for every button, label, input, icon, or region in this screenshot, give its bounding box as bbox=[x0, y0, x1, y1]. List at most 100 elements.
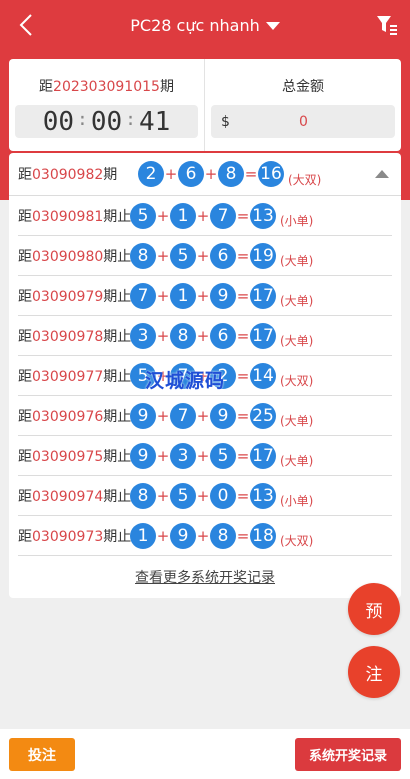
result-tag: (大双) bbox=[280, 534, 314, 548]
result-ball-3: 8 bbox=[210, 522, 236, 549]
result-ball-1: 5 bbox=[130, 202, 156, 229]
filter-button[interactable] bbox=[376, 14, 398, 36]
equals-sign: = bbox=[236, 206, 250, 225]
plus-sign: + bbox=[196, 326, 210, 345]
note-float-button[interactable]: 注 bbox=[348, 646, 400, 698]
result-period-number: 03090976 bbox=[32, 408, 104, 425]
result-ball-1: 8 bbox=[130, 242, 156, 269]
result-period: 距03090975期止 bbox=[18, 448, 132, 465]
result-sum-ball: 13 bbox=[250, 202, 276, 229]
result-ball-1: 1 bbox=[130, 522, 156, 549]
result-period: 距03090980期止 bbox=[18, 248, 132, 265]
result-ball-2: 3 bbox=[170, 442, 196, 469]
result-sum-ball: 16 bbox=[258, 161, 284, 187]
plus-sign: + bbox=[196, 486, 210, 505]
plus-sign: + bbox=[164, 165, 178, 183]
result-sum-ball: 19 bbox=[250, 242, 276, 269]
result-period-number: 03090980 bbox=[32, 248, 104, 265]
page-title: PC28 cực nhanh bbox=[130, 15, 260, 35]
current-period-label: 距202303091015期 bbox=[39, 79, 174, 95]
plus-sign: + bbox=[156, 206, 170, 225]
result-ball-1: 9 bbox=[130, 402, 156, 429]
result-row: 距03090974期止 8 +5 +0 = 13 (小单) bbox=[18, 476, 392, 516]
back-button[interactable] bbox=[14, 12, 38, 38]
equals-sign: = bbox=[236, 526, 250, 545]
result-row: 距03090973期止 1 +9 +8 = 18 (大双) bbox=[18, 516, 392, 556]
result-period: 距03090977期止 bbox=[18, 368, 132, 385]
draw-history-button[interactable]: 系统开奖记录 bbox=[295, 738, 401, 771]
result-period-number: 03090979 bbox=[32, 288, 104, 305]
result-tag: (大单) bbox=[280, 414, 314, 428]
total-amount-label: 总金额 bbox=[282, 79, 324, 95]
plus-sign: + bbox=[204, 165, 218, 183]
bottom-bar: 投注 系统开奖记录 bbox=[0, 729, 410, 779]
result-tag: (大单) bbox=[280, 254, 314, 268]
plus-sign: + bbox=[196, 446, 210, 465]
bet-button[interactable]: 投注 bbox=[9, 738, 75, 771]
result-ball-1: 8 bbox=[130, 482, 156, 509]
result-ball-2: 6 bbox=[178, 161, 204, 187]
game-selector[interactable]: PC28 cực nhanh bbox=[130, 15, 280, 35]
result-ball-2: 5 bbox=[170, 482, 196, 509]
equals-sign: = bbox=[236, 326, 250, 345]
countdown-section: 距202303091015期 00 : 00 : 41 bbox=[9, 59, 205, 151]
result-tag: (大单) bbox=[280, 294, 314, 308]
result-ball-3: 9 bbox=[210, 402, 236, 429]
plus-sign: + bbox=[156, 526, 170, 545]
plus-sign: + bbox=[196, 366, 210, 385]
result-period: 距03090974期止 bbox=[18, 488, 132, 505]
plus-sign: + bbox=[196, 286, 210, 305]
result-ball-1: 7 bbox=[130, 282, 156, 309]
plus-sign: + bbox=[196, 246, 210, 265]
equals-sign: = bbox=[236, 406, 250, 425]
result-ball-3: 5 bbox=[210, 442, 236, 469]
result-ball-2: 7 bbox=[170, 362, 196, 389]
result-row: 距03090976期止 9 +7 +9 = 25 (大单) bbox=[18, 396, 392, 436]
result-tag: (大双) bbox=[288, 172, 322, 187]
result-period-number: 03090973 bbox=[32, 528, 104, 545]
result-row: 距03090975期止 9 +3 +5 = 17 (大单) bbox=[18, 436, 392, 476]
plus-sign: + bbox=[196, 206, 210, 225]
result-period-number: 03090974 bbox=[32, 488, 104, 505]
plus-sign: + bbox=[156, 286, 170, 305]
result-row: 距03090980期止 8 +5 +6 = 19 (大单) bbox=[18, 236, 392, 276]
result-ball-3: 9 bbox=[210, 282, 236, 309]
result-period: 距03090978期止 bbox=[18, 328, 132, 345]
result-period-number: 03090982 bbox=[32, 167, 104, 183]
result-period-number: 03090978 bbox=[32, 328, 104, 345]
equals-sign: = bbox=[236, 486, 250, 505]
results-list: 距03090982期 2 +6 +8 = 16 (大双) 距03090981期止 5 +1 +7 = 1… bbox=[9, 153, 401, 598]
app-header: PC28 cực nhanh bbox=[0, 0, 410, 50]
result-ball-3: 0 bbox=[210, 482, 236, 509]
collapse-arrow-icon[interactable] bbox=[375, 170, 389, 178]
total-amount-box: $ 0 bbox=[211, 105, 395, 138]
result-row: 距03090979期止 7 +1 +9 = 17 (大单) bbox=[18, 276, 392, 316]
result-row: 距03090978期止 3 +8 +6 = 17 (大单) bbox=[18, 316, 392, 356]
result-ball-3: 8 bbox=[218, 161, 244, 187]
chevron-left-icon bbox=[19, 14, 32, 36]
plus-sign: + bbox=[196, 526, 210, 545]
result-tag: (大单) bbox=[280, 334, 314, 348]
result-ball-2: 1 bbox=[170, 202, 196, 229]
preset-float-button[interactable]: 预 bbox=[348, 583, 400, 635]
result-sum-ball: 17 bbox=[250, 442, 276, 469]
result-ball-2: 9 bbox=[170, 522, 196, 549]
equals-sign: = bbox=[236, 286, 250, 305]
result-sum-ball: 14 bbox=[250, 362, 276, 389]
equals-sign: = bbox=[244, 165, 258, 183]
countdown-minutes: 00 bbox=[90, 106, 123, 137]
equals-sign: = bbox=[236, 246, 250, 265]
result-tag: (大单) bbox=[280, 454, 314, 468]
result-period: 距03090976期止 bbox=[18, 408, 132, 425]
result-period-number: 03090981 bbox=[32, 208, 104, 225]
result-tag: (小单) bbox=[280, 494, 314, 508]
result-ball-3: 6 bbox=[210, 322, 236, 349]
result-ball-2: 8 bbox=[170, 322, 196, 349]
more-results-link[interactable]: 查看更多系统开奖记录 bbox=[9, 556, 401, 598]
plus-sign: + bbox=[156, 246, 170, 265]
result-sum-ball: 17 bbox=[250, 322, 276, 349]
plus-sign: + bbox=[156, 366, 170, 385]
result-ball-2: 1 bbox=[170, 282, 196, 309]
result-tag: (大双) bbox=[280, 374, 314, 388]
countdown-timer: 00 : 00 : 41 bbox=[15, 105, 198, 138]
